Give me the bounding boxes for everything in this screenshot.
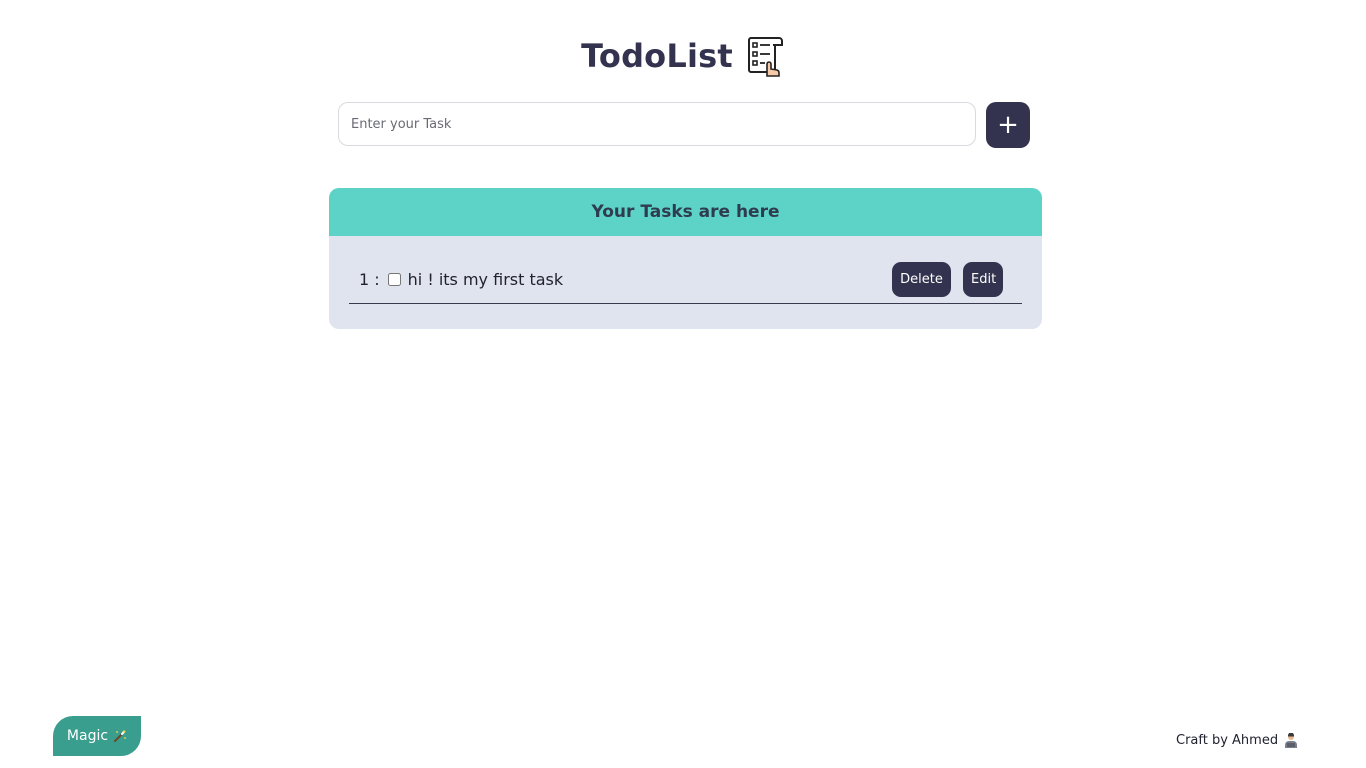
task-list: 1 : hi ! its my first task Delete Edit: [329, 236, 1042, 329]
add-task-button[interactable]: +: [986, 102, 1030, 148]
tasks-panel-title: Your Tasks are here: [329, 188, 1042, 236]
task-checkbox[interactable]: [387, 273, 401, 286]
page-title: TodoList: [581, 37, 733, 75]
checklist-icon: [745, 34, 785, 78]
task-index: 1 :: [359, 270, 380, 289]
tasks-panel: Your Tasks are here 1 : hi ! its my firs…: [329, 188, 1042, 329]
footer-credit-text: Craft by Ahmed: [1176, 733, 1279, 748]
todo-page: TodoList + Your Tasks are here 1 :: [0, 0, 1366, 768]
header: TodoList: [0, 34, 1366, 78]
footer-credit: Craft by Ahmed: [1176, 732, 1298, 748]
task-text: hi ! its my first task: [407, 270, 564, 289]
edit-task-button[interactable]: Edit: [963, 262, 1003, 297]
task-row: 1 : hi ! its my first task Delete Edit: [349, 262, 1022, 304]
plus-icon: +: [997, 110, 1019, 140]
magic-wand-icon: [113, 729, 127, 743]
task-input-row: +: [338, 102, 1030, 148]
delete-task-button[interactable]: Delete: [892, 262, 951, 297]
magic-button[interactable]: Magic: [53, 716, 141, 756]
magic-button-label: Magic: [66, 728, 109, 744]
task-input[interactable]: [338, 102, 976, 146]
person-icon: [1284, 732, 1298, 748]
